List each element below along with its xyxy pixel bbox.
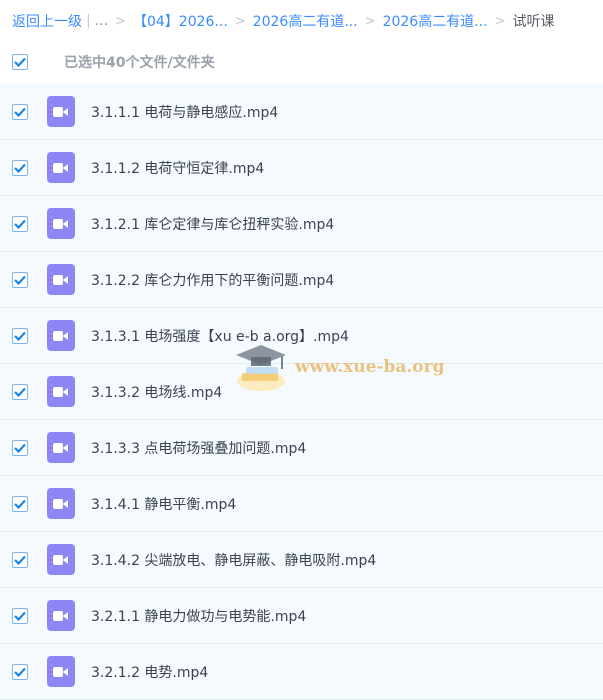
checkmark-icon	[14, 275, 26, 285]
checkmark-icon	[14, 163, 26, 173]
file-name[interactable]: 3.1.4.2 尖端放电、静电屏蔽、静电吸附.mp4	[91, 550, 376, 570]
video-file-icon	[47, 320, 75, 351]
file-checkbox[interactable]	[12, 551, 28, 568]
chevron-right-icon: >	[234, 13, 246, 29]
file-row[interactable]: 3.2.1.1 静电力做功与电势能.mp4	[0, 588, 603, 644]
file-name[interactable]: 3.1.3.2 电场线.mp4	[91, 382, 222, 402]
checkmark-icon	[14, 499, 26, 509]
video-file-icon	[47, 488, 75, 519]
file-checkbox[interactable]	[12, 327, 28, 344]
breadcrumb-divider: |	[86, 13, 91, 29]
file-name[interactable]: 3.1.1.2 电荷守恒定律.mp4	[91, 158, 264, 178]
checkmark-icon	[14, 219, 26, 229]
video-file-icon	[47, 656, 75, 687]
chevron-right-icon: >	[494, 13, 506, 29]
file-checkbox[interactable]	[12, 159, 28, 176]
file-name[interactable]: 3.1.2.2 库仑力作用下的平衡问题.mp4	[91, 270, 334, 290]
checkmark-icon	[14, 443, 26, 453]
file-checkbox[interactable]	[12, 663, 28, 680]
file-row[interactable]: 3.1.3.3 点电荷场强叠加问题.mp4	[0, 420, 603, 476]
file-name[interactable]: 3.1.3.3 点电荷场强叠加问题.mp4	[91, 438, 306, 458]
file-row[interactable]: 3.1.1.2 电荷守恒定律.mp4	[0, 140, 603, 196]
select-all-checkbox[interactable]	[12, 54, 28, 70]
video-file-icon	[47, 208, 75, 239]
back-link[interactable]: 返回上一级	[12, 11, 82, 31]
video-file-icon	[47, 264, 75, 295]
select-all-row: 已选中40个文件/文件夹	[0, 42, 603, 82]
file-list: 3.1.1.1 电荷与静电感应.mp4 3.1.1.2 电荷守恒定律.mp4 3.1…	[0, 84, 603, 700]
file-name[interactable]: 3.1.2.1 库仑定律与库仑扭秤实验.mp4	[91, 214, 334, 234]
checkmark-icon	[14, 611, 26, 621]
file-row[interactable]: 3.1.1.1 电荷与静电感应.mp4	[0, 84, 603, 140]
file-checkbox[interactable]	[12, 607, 28, 624]
file-name[interactable]: 3.2.1.2 电势.mp4	[91, 662, 208, 682]
breadcrumb-item[interactable]: 2026高二有道...	[383, 11, 488, 31]
checkmark-icon	[14, 107, 26, 117]
checkmark-icon	[14, 667, 26, 677]
file-row[interactable]: 3.1.4.2 尖端放电、静电屏蔽、静电吸附.mp4	[0, 532, 603, 588]
file-checkbox[interactable]	[12, 439, 28, 456]
video-file-icon	[47, 376, 75, 407]
checkmark-icon	[14, 331, 26, 341]
file-row[interactable]: 3.2.1.2 电势.mp4	[0, 644, 603, 700]
file-row[interactable]: 3.1.3.1 电场强度【xu e-b a.org】.mp4	[0, 308, 603, 364]
selection-status: 已选中40个文件/文件夹	[64, 55, 215, 71]
chevron-right-icon: >	[115, 13, 126, 29]
file-checkbox[interactable]	[12, 495, 28, 512]
file-checkbox[interactable]	[12, 103, 28, 120]
file-name[interactable]: 3.1.3.1 电场强度【xu e-b a.org】.mp4	[91, 326, 349, 346]
video-file-icon	[47, 544, 75, 575]
file-row[interactable]: 3.1.3.2 电场线.mp4	[0, 364, 603, 420]
file-name[interactable]: 3.1.1.1 电荷与静电感应.mp4	[91, 102, 278, 122]
chevron-right-icon: >	[364, 13, 376, 29]
file-checkbox[interactable]	[12, 271, 28, 288]
video-file-icon	[47, 152, 75, 183]
video-file-icon	[47, 432, 75, 463]
file-checkbox[interactable]	[12, 215, 28, 232]
breadcrumb-current: 试听课	[512, 14, 555, 30]
file-checkbox[interactable]	[12, 383, 28, 400]
breadcrumb-ellipsis[interactable]: ...	[95, 13, 108, 29]
file-row[interactable]: 3.1.2.2 库仑力作用下的平衡问题.mp4	[0, 252, 603, 308]
checkmark-icon	[14, 555, 26, 565]
checkmark-icon	[14, 387, 26, 397]
checkmark-icon	[14, 57, 26, 67]
file-row[interactable]: 3.1.4.1 静电平衡.mp4	[0, 476, 603, 532]
file-name[interactable]: 3.2.1.1 静电力做功与电势能.mp4	[91, 606, 306, 626]
breadcrumb-item[interactable]: 【04】2026...	[133, 11, 228, 31]
video-file-icon	[47, 600, 75, 631]
file-name[interactable]: 3.1.4.1 静电平衡.mp4	[91, 494, 236, 514]
video-file-icon	[47, 96, 75, 127]
breadcrumb: 返回上一级 | ... > 【04】2026... > 2026高二有道... …	[0, 0, 603, 42]
breadcrumb-item[interactable]: 2026高二有道...	[253, 11, 358, 31]
file-row[interactable]: 3.1.2.1 库仑定律与库仑扭秤实验.mp4	[0, 196, 603, 252]
